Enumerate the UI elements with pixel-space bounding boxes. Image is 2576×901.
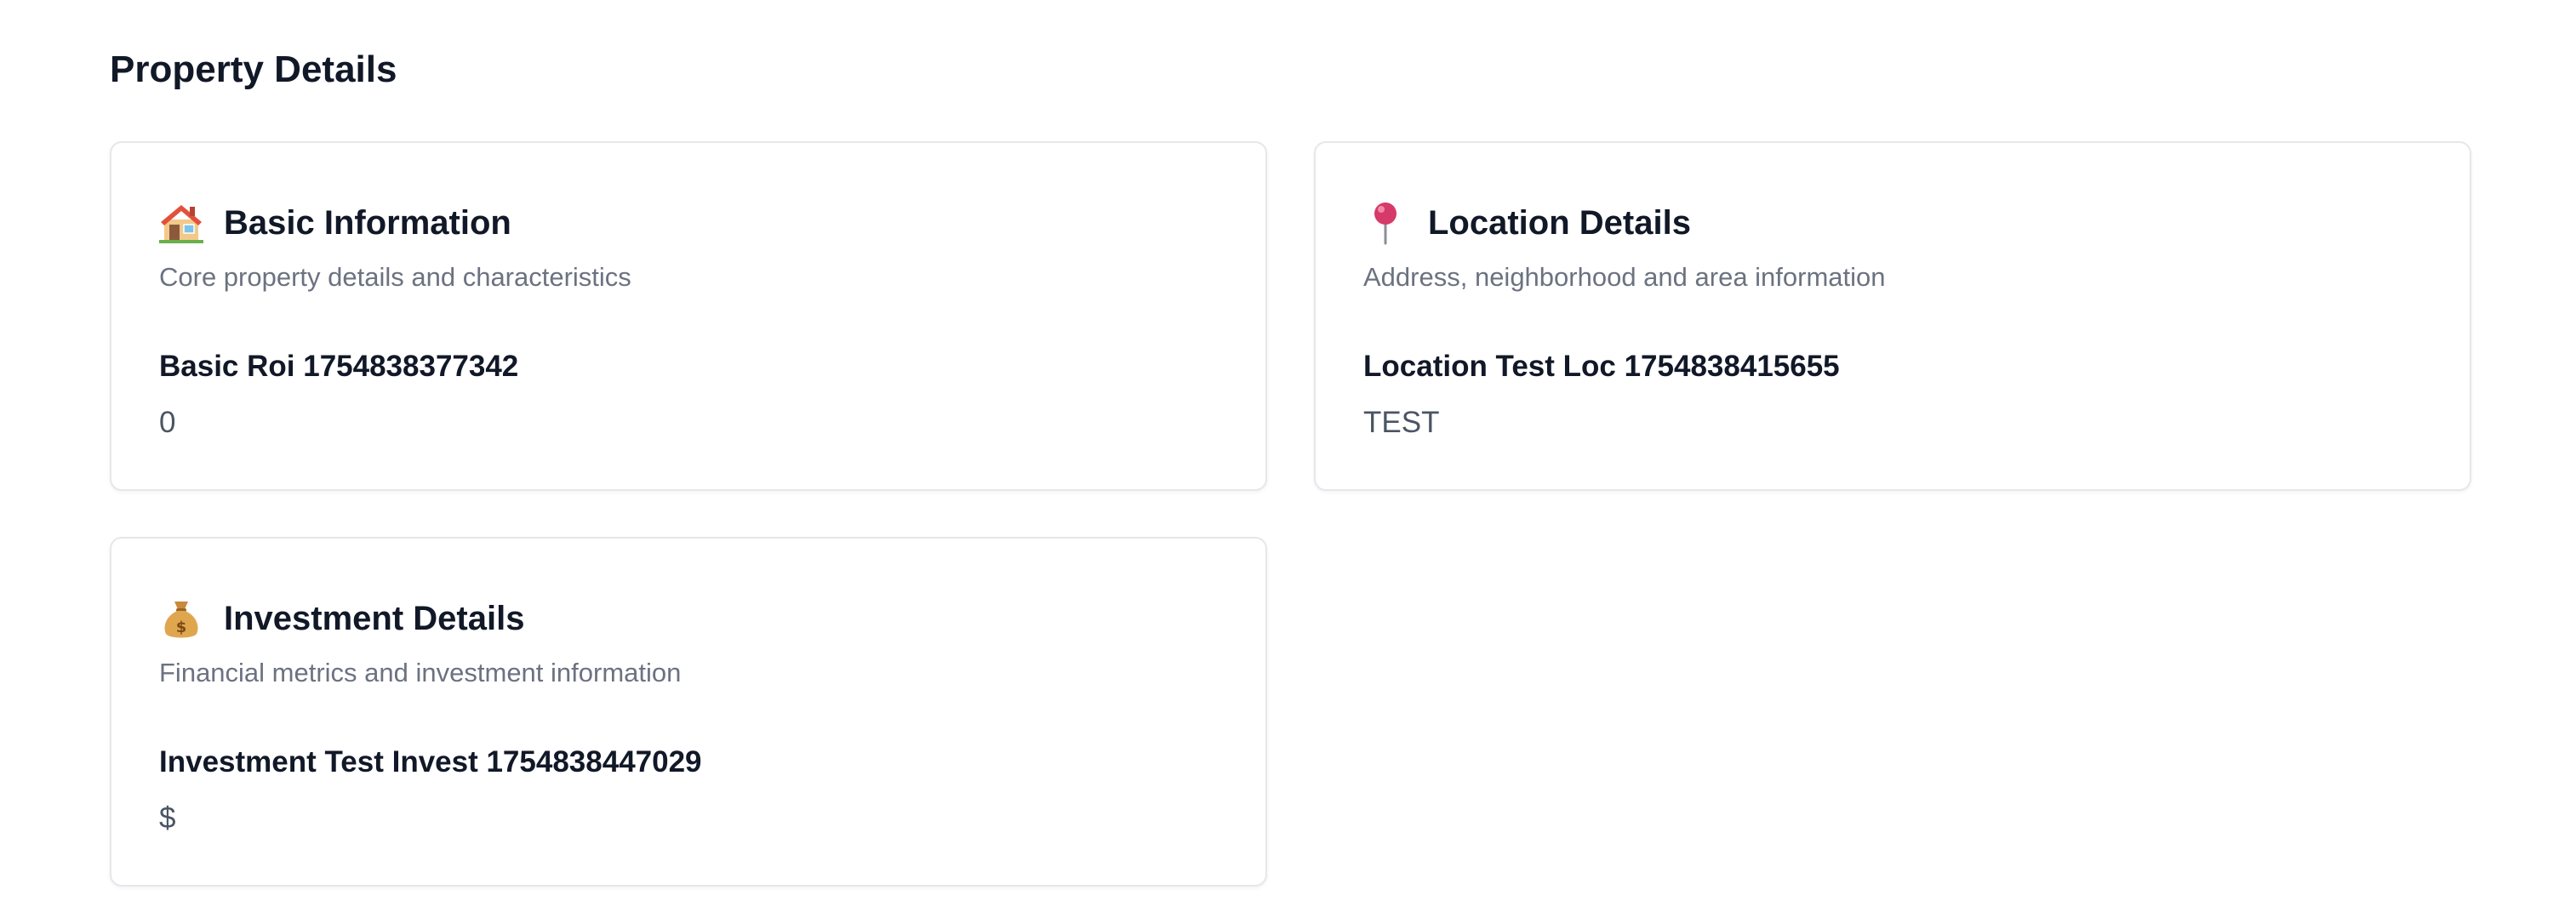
card-subtitle: Address, neighborhood and area informati… (1363, 262, 1886, 292)
money-bag-icon: $ (159, 596, 203, 641)
svg-text:$: $ (176, 619, 187, 636)
card-title: Basic Information (224, 204, 511, 242)
pin-icon (1363, 201, 1408, 245)
card-subtitle: Core property details and characteristic… (159, 262, 631, 292)
card-header: Location Details (1363, 196, 1691, 250)
card-header: Basic Information (159, 196, 511, 250)
field-label: Location Test Loc 1754838415655 (1363, 350, 1840, 383)
investment-details-card: $ Investment Details Financial metrics a… (110, 537, 1267, 887)
card-title: Investment Details (224, 600, 525, 637)
field-label: Basic Roi 1754838377342 (159, 350, 519, 383)
field-value: 0 (159, 406, 176, 439)
field-value: $ (159, 801, 176, 835)
field-value: TEST (1363, 406, 1440, 439)
card-header: $ Investment Details (159, 591, 524, 646)
card-title: Location Details (1428, 204, 1691, 242)
basic-information-card: Basic Information Core property details … (110, 141, 1267, 491)
house-icon (159, 201, 203, 245)
card-subtitle: Financial metrics and investment informa… (159, 658, 682, 687)
property-details-page: Property Details Basic Information Core … (0, 0, 2576, 901)
field-label: Investment Test Invest 1754838447029 (159, 745, 702, 778)
location-details-card: Location Details Address, neighborhood a… (1314, 141, 2471, 491)
page-title: Property Details (110, 48, 397, 90)
